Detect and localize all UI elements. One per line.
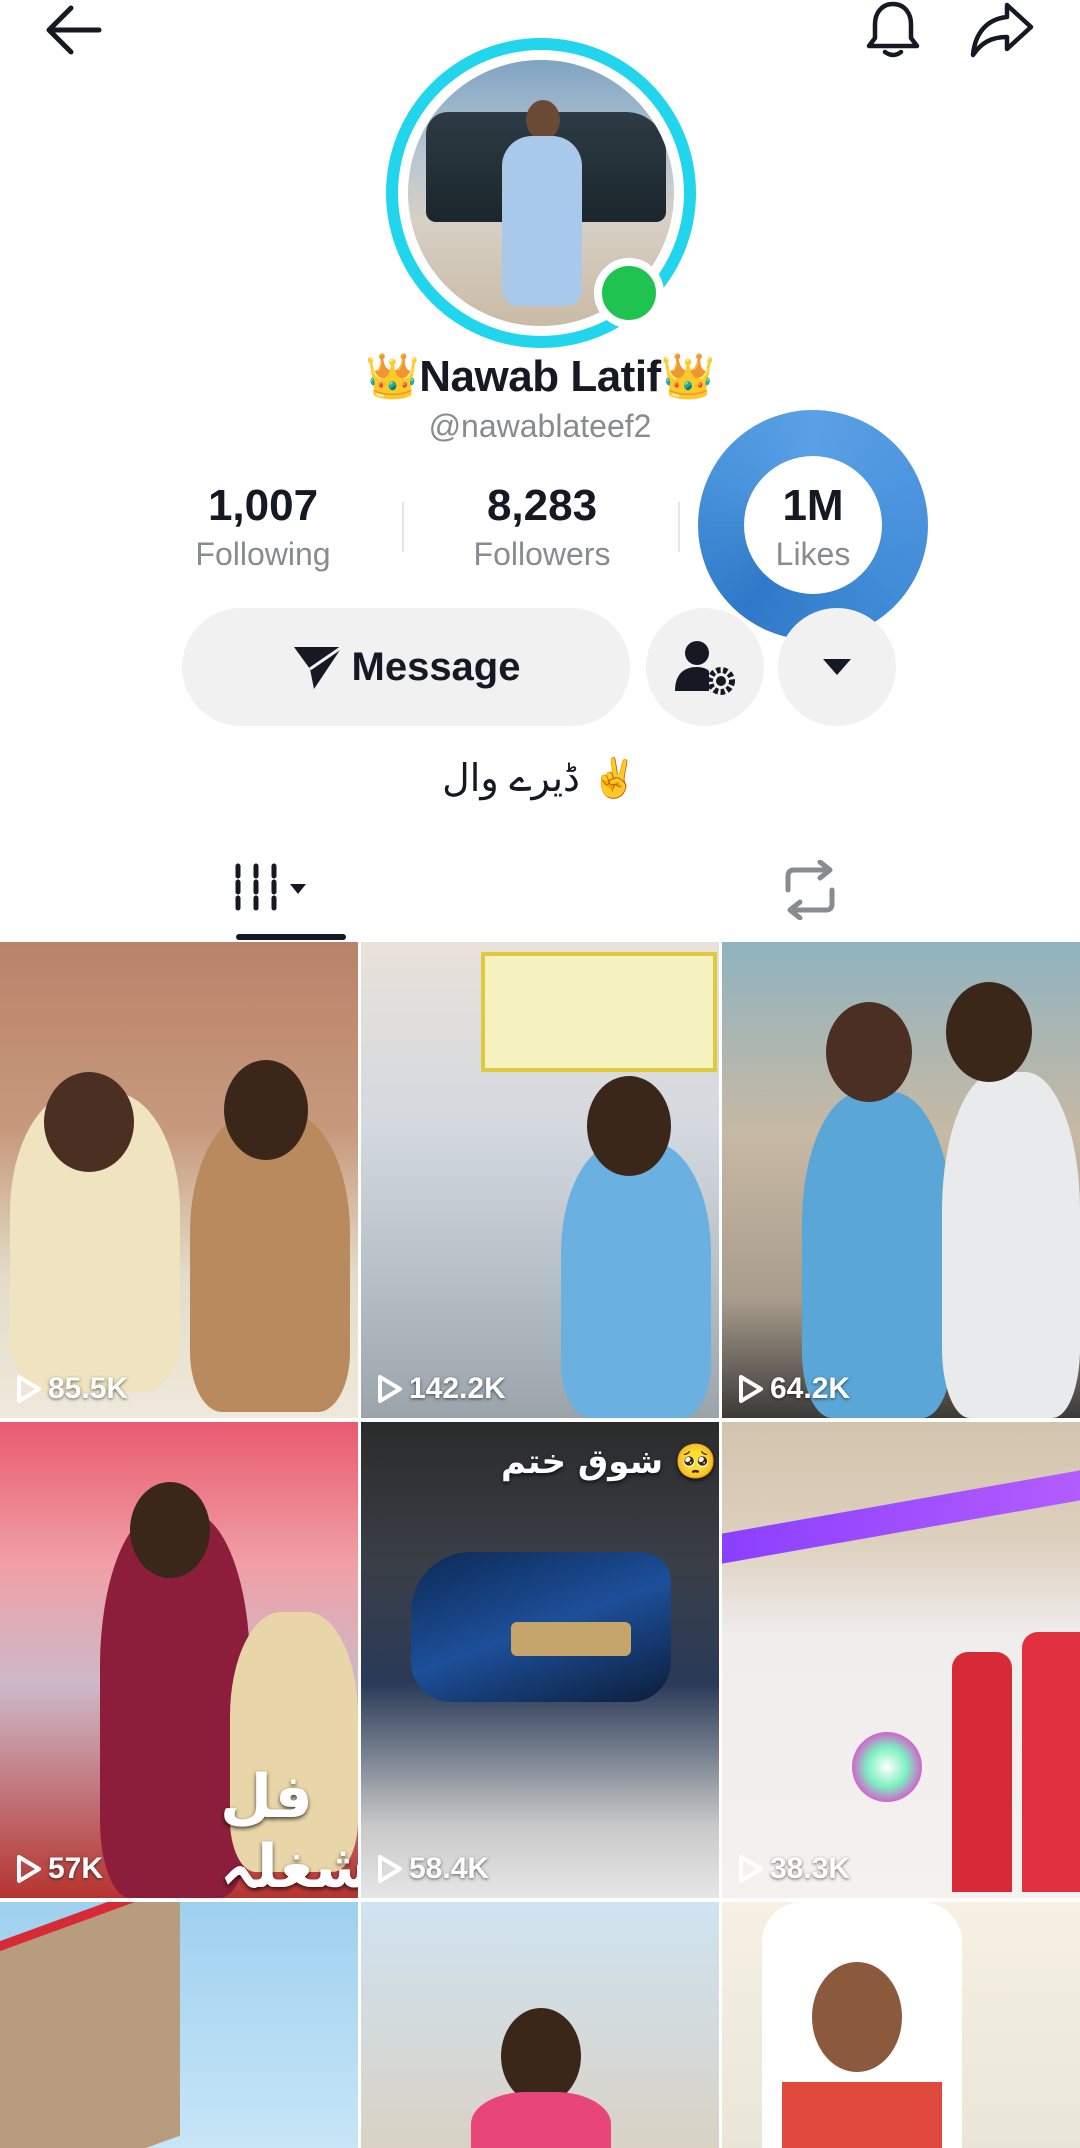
profile-handle: @nawablateef2 [428, 408, 652, 444]
followers-stat[interactable]: 8,283 Followers [427, 480, 657, 576]
stat-divider [402, 502, 404, 552]
play-icon [739, 1855, 763, 1883]
arrow-left-icon [46, 5, 102, 55]
share-button[interactable] [962, 0, 1042, 60]
video-tile[interactable]: فل شغلہ 57K [0, 1422, 358, 1898]
message-button-label: Message [351, 644, 521, 689]
video-view-count: 38.3K [770, 1852, 851, 1885]
play-icon [378, 1375, 402, 1403]
video-tile[interactable] [0, 1902, 358, 2148]
video-view-count: 57K [48, 1852, 104, 1885]
tab-videos[interactable] [0, 840, 540, 940]
video-overlay-text: فل شغلہ [220, 1762, 358, 1898]
user-gear-icon [675, 641, 735, 695]
play-icon [739, 1375, 763, 1403]
following-label: Following [195, 536, 331, 572]
notifications-button[interactable] [858, 0, 928, 60]
grid-columns-icon [235, 863, 306, 917]
play-icon [17, 1375, 41, 1403]
video-tile[interactable]: 85.5K [0, 942, 358, 1418]
video-view-count: 142.2K [409, 1372, 506, 1405]
video-tile[interactable]: 142.2K [361, 942, 719, 1418]
followers-count: 8,283 [486, 481, 598, 530]
video-view-count: 58.4K [409, 1852, 490, 1885]
tab-reposts[interactable] [540, 840, 1080, 940]
online-status-dot [594, 258, 664, 328]
back-button[interactable] [38, 0, 108, 60]
following-stat[interactable]: 1,007 Following [148, 480, 378, 576]
repost-icon [785, 860, 835, 920]
video-tile[interactable]: 38.3K [722, 1422, 1080, 1898]
video-view-count: 64.2K [770, 1372, 851, 1405]
following-count: 1,007 [207, 481, 319, 530]
followers-label: Followers [473, 536, 611, 572]
paper-plane-icon [293, 645, 343, 689]
video-tile[interactable] [722, 1902, 1080, 2148]
more-options-button[interactable] [778, 608, 896, 726]
profile-name: 👑Nawab Latif👑 [365, 352, 716, 401]
share-arrow-icon [970, 2, 1034, 58]
friend-settings-button[interactable] [646, 608, 764, 726]
caret-down-icon [823, 659, 851, 675]
active-tab-indicator [236, 934, 346, 940]
likes-stat[interactable]: 1M Likes [698, 480, 928, 576]
content-tabs [0, 840, 1080, 942]
stat-divider [678, 502, 680, 552]
profile-actions: Message [0, 608, 1080, 728]
likes-label: Likes [775, 536, 851, 572]
video-overlay-text: شوق ختم 🥺 [501, 1442, 718, 1482]
play-icon [17, 1855, 41, 1883]
video-view-count: 85.5K [48, 1372, 129, 1405]
profile-bio: ڈیرے وال ✌️ [442, 758, 638, 800]
bell-icon [866, 1, 920, 58]
video-tile[interactable] [361, 1902, 719, 2148]
video-tile[interactable]: 64.2K [722, 942, 1080, 1418]
play-icon [378, 1855, 402, 1883]
likes-count: 1M [782, 481, 844, 530]
video-tile[interactable]: شوق ختم 🥺 58.4K [361, 1422, 719, 1898]
message-button[interactable]: Message [182, 608, 630, 726]
